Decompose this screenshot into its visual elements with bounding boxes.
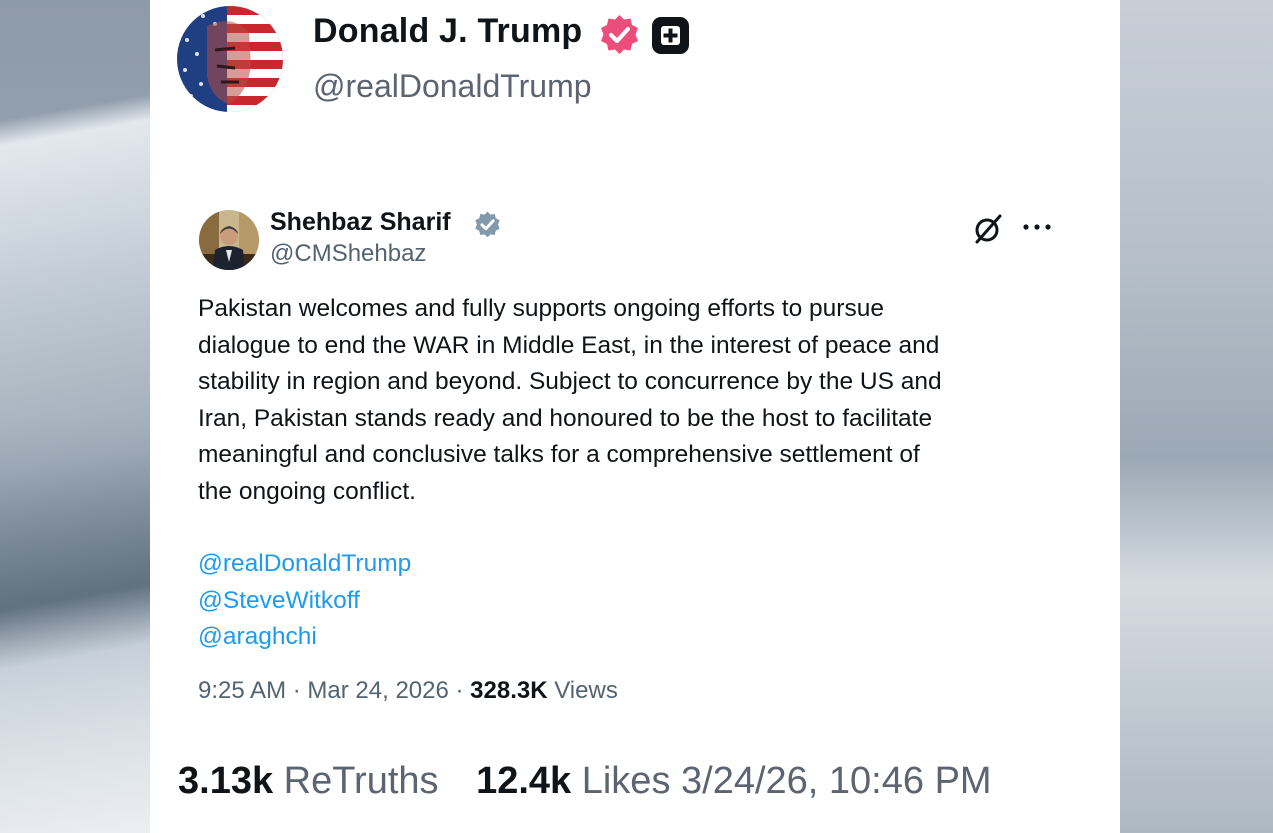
- post-stats: 3.13k ReTruths 12.4k Likes 3/24/26, 10:4…: [178, 760, 992, 803]
- body-line: the ongoing conflict.: [198, 477, 416, 505]
- body-line: meaningful and conclusive talks for a co…: [198, 441, 920, 468]
- body-line: Iran, Pakistan stands ready and honoured…: [198, 404, 933, 432]
- body-line: dialogue to end the WAR in Middle East, …: [198, 331, 940, 359]
- plus-badge-icon: [652, 17, 689, 54]
- background-left: [0, 0, 150, 833]
- retruths-label[interactable]: ReTruths: [284, 760, 439, 802]
- views-label: Views: [554, 677, 618, 704]
- quoted-author-avatar[interactable]: [199, 210, 259, 270]
- body-line: Pakistan welcomes and fully supports ong…: [198, 295, 884, 322]
- retruths-count[interactable]: 3.13k: [178, 760, 273, 802]
- likes-count[interactable]: 12.4k: [476, 760, 571, 802]
- post-date[interactable]: Mar 24, 2026: [307, 677, 448, 704]
- quoted-author-handle[interactable]: @CMShehbaz: [270, 240, 426, 268]
- body-line: stability in region and beyond. Subject …: [198, 368, 942, 395]
- mentions-list: @realDonaldTrump @SteveWitkoff @araghchi: [198, 546, 411, 656]
- author-handle[interactable]: @realDonaldTrump: [313, 68, 592, 105]
- separator: ·: [455, 677, 471, 704]
- mention-link[interactable]: @SteveWitkoff: [198, 583, 411, 620]
- verified-badge-icon: [474, 211, 501, 238]
- mention-link[interactable]: @realDonaldTrump: [198, 546, 411, 583]
- quoted-post-body: Pakistan welcomes and fully supports ong…: [198, 291, 1078, 510]
- mention-link[interactable]: @araghchi: [198, 619, 411, 656]
- author-avatar[interactable]: [177, 6, 283, 112]
- quoted-post-meta: 9:25 AM · Mar 24, 2026 · 328.3K Views: [198, 677, 618, 705]
- author-name[interactable]: Donald J. Trump: [313, 12, 582, 51]
- more-icon[interactable]: [1020, 214, 1054, 240]
- background-right: [1120, 0, 1273, 833]
- views-count: 328.3K: [470, 677, 548, 704]
- post-time[interactable]: 9:25 AM: [198, 677, 286, 704]
- likes-label[interactable]: Likes: [582, 760, 671, 802]
- verified-badge-icon: [599, 14, 640, 55]
- post-timestamp: 3/24/26, 10:46 PM: [681, 760, 992, 802]
- separator: ·: [292, 677, 308, 704]
- quoted-author-name[interactable]: Shehbaz Sharif: [270, 208, 451, 237]
- grok-icon[interactable]: [972, 213, 1004, 245]
